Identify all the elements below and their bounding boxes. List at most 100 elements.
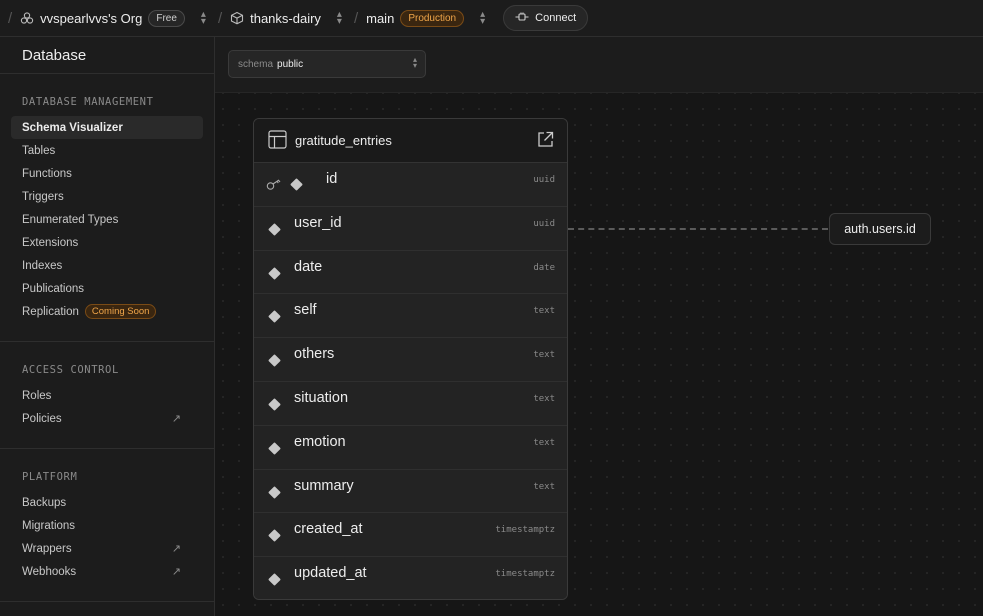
- sidebar-item-backups[interactable]: Backups: [11, 491, 203, 514]
- sidebar-section-access-control: ACCESS CONTROL Roles Policies ↗: [0, 342, 214, 449]
- breadcrumb-separator: /: [353, 9, 359, 27]
- sidebar-item-label: Roles: [22, 389, 52, 402]
- column-row[interactable]: user_id uuid: [254, 206, 567, 251]
- sidebar-item-extensions[interactable]: Extensions: [11, 231, 203, 254]
- column-row[interactable]: id uuid: [254, 163, 567, 207]
- column-row[interactable]: date date: [254, 250, 567, 295]
- sidebar-item-publications[interactable]: Publications: [11, 277, 203, 300]
- sidebar-item-label: Policies: [22, 412, 62, 425]
- column-row[interactable]: situation text: [254, 381, 567, 426]
- sidebar: Database DATABASE MANAGEMENT Schema Visu…: [0, 37, 215, 616]
- chevron-up-down-icon: ▴ ▾: [412, 55, 417, 70]
- breadcrumb-separator: /: [217, 9, 223, 27]
- column-type: timestamptz: [495, 525, 555, 536]
- chevron-up-down-icon[interactable]: ▴ ▾: [337, 10, 342, 27]
- org-name: vvspearlvvs's Org: [40, 10, 143, 26]
- column-name: date: [294, 258, 323, 275]
- sidebar-item-tables[interactable]: Tables: [11, 139, 203, 162]
- external-link-icon: ↗: [171, 543, 181, 555]
- environment-badge: Production: [400, 9, 465, 27]
- column-row[interactable]: others text: [254, 338, 567, 382]
- sidebar-item-wrappers[interactable]: Wrappers ↗: [11, 537, 203, 560]
- coming-soon-badge: Coming Soon: [84, 304, 157, 319]
- table-node-header: gratitude_entries: [254, 119, 567, 163]
- sidebar-item-replication[interactable]: Replication Coming Soon: [11, 300, 203, 323]
- sidebar-item-label: Enumerated Types: [22, 213, 119, 226]
- sidebar-item-enumerated-types[interactable]: Enumerated Types: [11, 208, 203, 231]
- table-icon: [268, 129, 287, 152]
- sidebar-section-database-management: DATABASE MANAGEMENT Schema Visualizer Ta…: [0, 74, 214, 342]
- external-link-icon[interactable]: [537, 131, 554, 151]
- plan-badge: Free: [148, 9, 185, 27]
- sidebar-item-migrations[interactable]: Migrations: [11, 514, 203, 537]
- column-name: summary: [294, 477, 354, 494]
- chevron-up-down-icon[interactable]: ▴ ▾: [480, 10, 485, 27]
- column-type: uuid: [533, 175, 555, 185]
- referenced-column-node[interactable]: auth.users.id: [829, 213, 931, 245]
- column-type: date: [533, 262, 555, 273]
- schema-selector-label: schema: [238, 58, 274, 70]
- column-diamond-icon: [268, 266, 281, 280]
- schema-canvas[interactable]: schema public ▴ ▾ gratitude_entries id uui…: [215, 37, 983, 616]
- sidebar-item-label: Extensions: [22, 236, 79, 249]
- external-link-icon: ↗: [171, 413, 181, 425]
- column-list: id uuid user_id uuid date date self text others t…: [254, 163, 567, 599]
- column-name: user_id: [294, 214, 342, 231]
- sidebar-item-webhooks[interactable]: Webhooks ↗: [11, 560, 203, 583]
- primary-key-icon: [266, 178, 282, 196]
- org-selector[interactable]: vvspearlvvs's Org Free ▴ ▾: [20, 9, 210, 27]
- sidebar-item-label: Tables: [22, 144, 56, 157]
- top-bar: / vvspearlvvs's Org Free ▴ ▾ / thanks-dai…: [0, 0, 983, 37]
- column-row[interactable]: summary text: [254, 469, 567, 514]
- column-name: emotion: [294, 433, 346, 450]
- external-link-icon: ↗: [171, 566, 181, 578]
- column-diamond-icon: [268, 354, 281, 368]
- sidebar-item-roles[interactable]: Roles: [11, 384, 203, 407]
- column-name: id: [326, 171, 338, 187]
- sidebar-item-label: Schema Visualizer: [22, 121, 123, 134]
- column-row[interactable]: emotion text: [254, 425, 567, 470]
- schema-selector-value: public: [277, 58, 304, 70]
- plug-icon: [515, 12, 529, 25]
- sidebar-item-label: Publications: [22, 282, 85, 295]
- column-name: updated_at: [294, 565, 367, 582]
- column-name: created_at: [294, 521, 363, 538]
- column-diamond-icon: [268, 222, 281, 236]
- column-row[interactable]: created_at timestamptz: [254, 513, 567, 558]
- column-diamond-icon: [268, 529, 281, 543]
- sidebar-item-indexes[interactable]: Indexes: [11, 254, 203, 277]
- column-type: text: [533, 393, 555, 404]
- column-diamond-icon: [268, 398, 281, 411]
- branch-name: main: [366, 10, 395, 26]
- sidebar-item-label: Backups: [22, 496, 67, 509]
- column-diamond-icon: [290, 178, 303, 191]
- connect-label: Connect: [535, 12, 577, 24]
- column-type: text: [533, 437, 555, 448]
- column-type: text: [533, 350, 555, 361]
- schema-selector[interactable]: schema public ▴ ▾: [228, 50, 426, 78]
- sidebar-item-functions[interactable]: Functions: [11, 162, 203, 185]
- column-name: others: [294, 346, 335, 363]
- sidebar-item-label: Webhooks: [22, 565, 77, 578]
- column-row[interactable]: updated_at timestamptz: [254, 557, 567, 599]
- column-row[interactable]: self text: [254, 294, 567, 339]
- column-type: uuid: [533, 218, 555, 229]
- branch-selector[interactable]: main Production ▴ ▾: [366, 9, 489, 27]
- column-diamond-icon: [268, 485, 281, 499]
- sidebar-item-label: Wrappers: [22, 542, 72, 555]
- column-type: text: [533, 481, 555, 492]
- chevron-up-down-icon[interactable]: ▴ ▾: [201, 10, 206, 27]
- section-heading: DATABASE MANAGEMENT: [22, 96, 154, 108]
- connect-button[interactable]: Connect: [503, 5, 589, 31]
- column-diamond-icon: [268, 310, 281, 324]
- sidebar-item-triggers[interactable]: Triggers: [11, 185, 203, 208]
- sidebar-item-policies[interactable]: Policies ↗: [11, 407, 203, 430]
- column-name: situation: [294, 389, 349, 406]
- project-selector[interactable]: thanks-dairy ▴ ▾: [230, 10, 346, 27]
- section-heading: PLATFORM: [22, 471, 78, 483]
- column-type: text: [533, 306, 555, 317]
- sidebar-item-schema-visualizer[interactable]: Schema Visualizer: [11, 116, 203, 139]
- org-icon: [20, 11, 34, 25]
- table-node[interactable]: gratitude_entries id uuid user_id uuid date d…: [253, 118, 568, 600]
- sidebar-item-label: Functions: [22, 167, 72, 180]
